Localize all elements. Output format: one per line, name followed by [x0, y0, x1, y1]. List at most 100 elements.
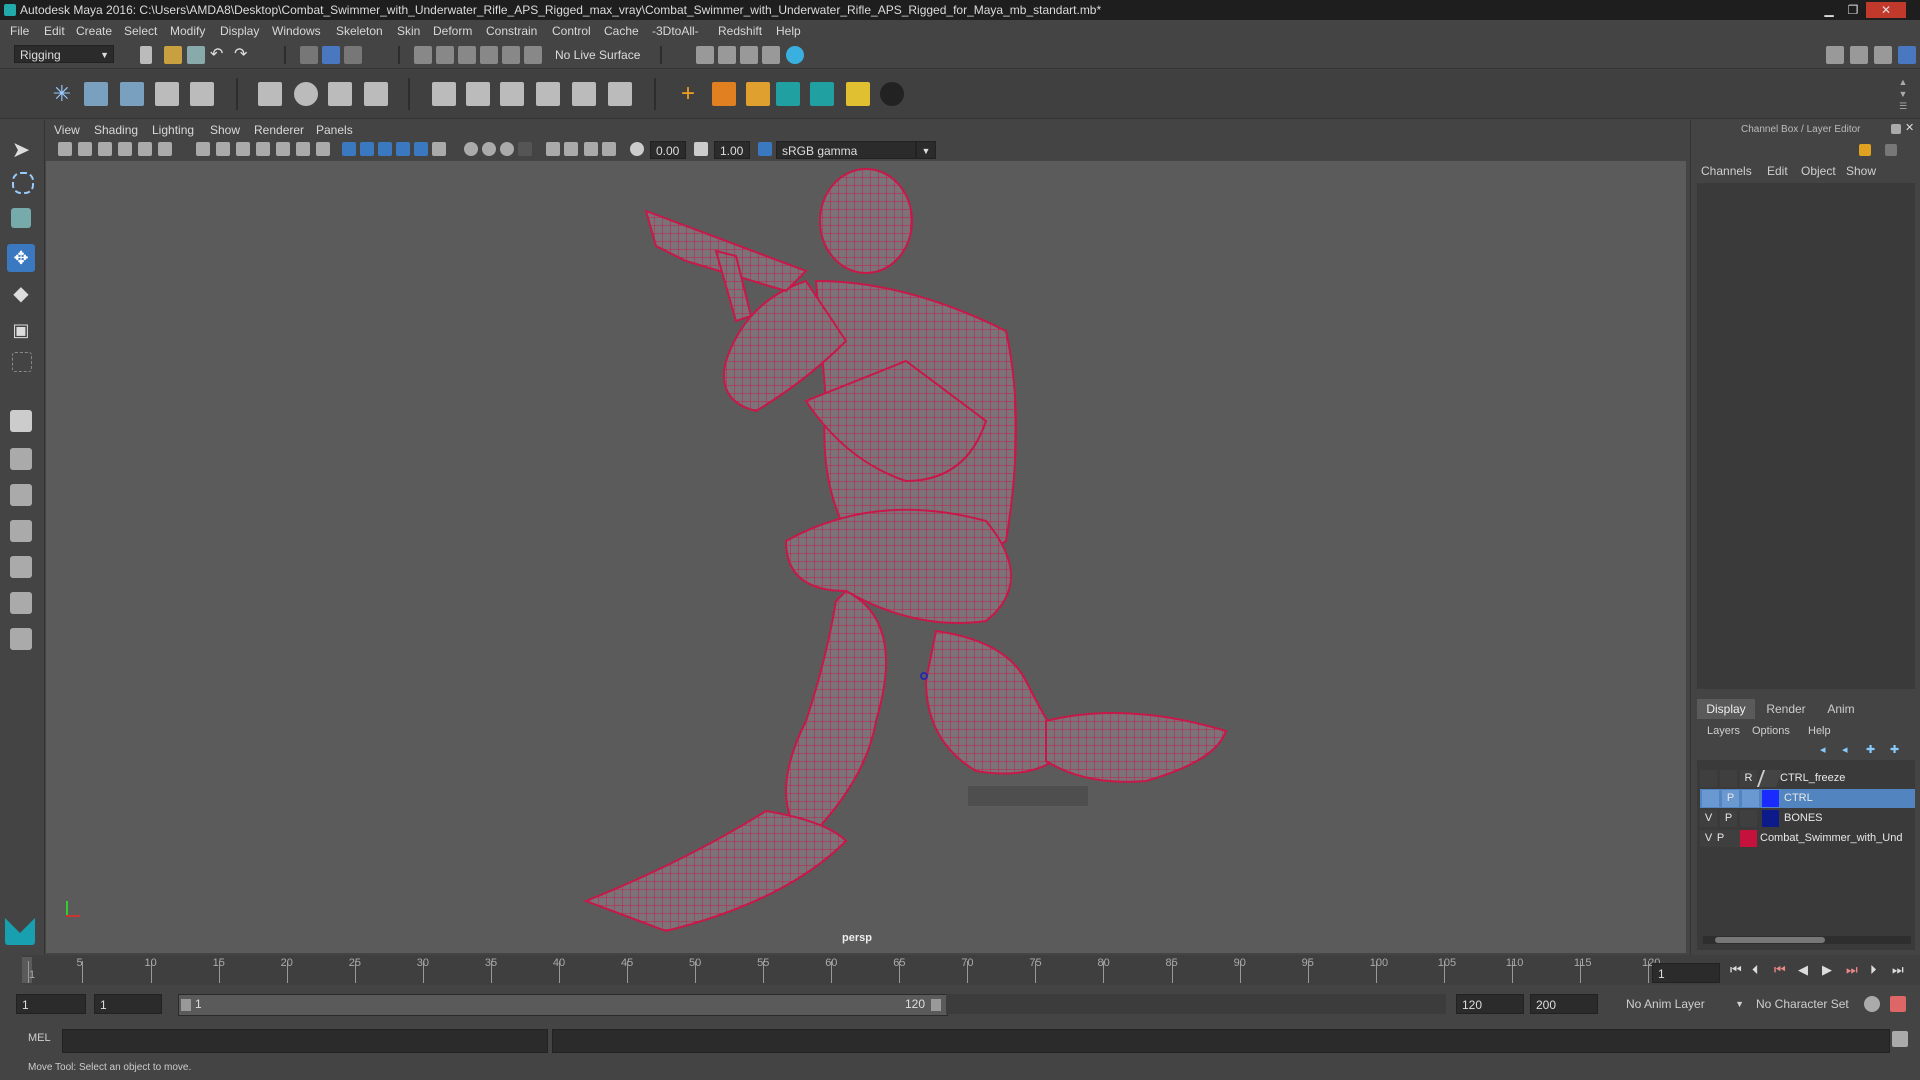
tool-settings-icon[interactable]	[1874, 46, 1892, 64]
menu-select[interactable]: Select	[124, 24, 157, 38]
menu-set-dropdown[interactable]: Rigging ▼	[14, 45, 114, 63]
field-chart-icon[interactable]	[276, 142, 290, 156]
layer-row[interactable]: P CTRL	[1700, 789, 1915, 808]
snap-surface-icon[interactable]	[502, 46, 520, 64]
layer-row[interactable]: V P Combat_Swimmer_with_Und	[1700, 829, 1915, 848]
channel-list[interactable]	[1697, 183, 1915, 689]
channel-box-icon[interactable]	[1898, 46, 1916, 64]
two-pane-layout-icon[interactable]	[10, 484, 32, 506]
layer-visibility[interactable]: V	[1700, 810, 1717, 827]
grease-pencil-icon[interactable]	[158, 142, 172, 156]
layer-row[interactable]: R CTRL_freeze	[1700, 769, 1915, 788]
gamma-field[interactable]: 1.00	[714, 141, 750, 159]
safe-action-icon[interactable]	[296, 142, 310, 156]
paint-select-icon[interactable]	[11, 208, 31, 228]
wireframe-icon[interactable]	[342, 142, 356, 156]
layer-row[interactable]: V P BONES	[1700, 809, 1915, 828]
menu-redshift[interactable]: Redshift	[718, 24, 762, 38]
render-settings-icon[interactable]	[762, 46, 780, 64]
character-set-dropdown[interactable]: No Character Set	[1752, 994, 1862, 1014]
go-to-end-icon[interactable]: ⏭	[1892, 962, 1904, 978]
graph-editor-layout-icon[interactable]	[10, 556, 32, 578]
film-gate-icon[interactable]	[216, 142, 230, 156]
viewport-menu-lighting[interactable]: Lighting	[152, 123, 194, 137]
outliner-layout-icon[interactable]	[10, 520, 32, 542]
safe-title-icon[interactable]	[316, 142, 330, 156]
layer-reference[interactable]: R	[1740, 770, 1757, 787]
step-forward-frame-icon[interactable]: ⏵	[1870, 962, 1877, 978]
new-layer-icon[interactable]: ✚	[1866, 744, 1880, 756]
channel-menu-channels[interactable]: Channels	[1701, 164, 1752, 178]
lights-icon[interactable]	[432, 142, 446, 156]
layer-playback[interactable]: P	[1722, 790, 1739, 807]
isolate-select-icon[interactable]	[546, 142, 560, 156]
time-slider[interactable]: 1 5 10 15 20 25 30 35 40 45 50 55 60 65 70 75 80 85 90 95 10…	[22, 955, 1920, 985]
playback-start-field[interactable]: 1	[94, 994, 162, 1014]
tab-anim[interactable]: Anim	[1815, 699, 1867, 719]
playback-end-field[interactable]: 120	[1456, 994, 1524, 1014]
point-constraint-icon[interactable]	[432, 82, 456, 106]
ik-fk-icon[interactable]	[712, 82, 736, 106]
locator-icon[interactable]: +	[676, 82, 700, 106]
backface-culling-icon[interactable]	[602, 142, 616, 156]
channel-menu-show[interactable]: Show	[1846, 164, 1876, 178]
shelf-scroll-icon[interactable]: ▲ ▼ ☰	[1896, 76, 1910, 112]
snap-point-icon[interactable]	[458, 46, 476, 64]
menu-edit[interactable]: Edit	[44, 24, 65, 38]
end-time-field[interactable]: 200	[1530, 994, 1598, 1014]
start-time-field[interactable]: 1	[16, 994, 86, 1014]
snap-live-icon[interactable]	[524, 46, 542, 64]
new-scene-icon[interactable]	[140, 46, 152, 64]
layer-menu-help[interactable]: Help	[1808, 725, 1831, 737]
shadows-icon[interactable]	[464, 142, 478, 156]
render-view-icon[interactable]	[696, 46, 714, 64]
orient-constraint-icon[interactable]	[500, 82, 524, 106]
character-controls-icon[interactable]	[810, 82, 834, 106]
textured-icon[interactable]	[396, 142, 410, 156]
quick-rig-icon[interactable]	[776, 82, 800, 106]
menu-constrain[interactable]: Constrain	[486, 24, 537, 38]
wireframe-on-shaded-icon[interactable]	[378, 142, 392, 156]
layer-reference[interactable]	[1724, 830, 1741, 847]
command-input[interactable]	[62, 1029, 548, 1053]
menu-file[interactable]: File	[10, 24, 29, 38]
mirror-joint-icon[interactable]	[190, 82, 214, 106]
bind-skin-icon[interactable]	[258, 82, 282, 106]
menu-control[interactable]: Control	[552, 24, 591, 38]
channel-box-key-icon[interactable]	[1885, 144, 1897, 156]
minimize-button[interactable]: ▁	[1818, 2, 1840, 18]
menu-modify[interactable]: Modify	[170, 24, 205, 38]
color-space-dropdown[interactable]: sRGB gamma	[776, 141, 916, 159]
select-tool-icon[interactable]: ➤	[7, 136, 35, 164]
joint-tool-icon[interactable]: ✳	[50, 82, 74, 106]
redo-icon[interactable]: ↷	[234, 46, 252, 64]
layer-visibility[interactable]	[1702, 790, 1719, 807]
layer-scrollbar[interactable]	[1703, 936, 1911, 944]
anti-aliasing-icon[interactable]	[518, 142, 532, 156]
layer-color-swatch[interactable]	[1740, 830, 1757, 847]
ipr-render-icon[interactable]	[740, 46, 758, 64]
command-language-label[interactable]: MEL	[28, 1032, 51, 1044]
script-editor-icon[interactable]	[1892, 1031, 1908, 1047]
tab-render[interactable]: Render	[1757, 699, 1815, 719]
color-space-arrow[interactable]: ▼	[916, 141, 936, 159]
image-plane-icon[interactable]	[118, 142, 132, 156]
viewport-menu-shading[interactable]: Shading	[94, 123, 138, 137]
lattice-icon[interactable]	[328, 82, 352, 106]
color-management-icon[interactable]	[758, 142, 772, 156]
play-backward-icon[interactable]: ◀	[1798, 962, 1808, 978]
camera-select-icon[interactable]	[58, 142, 72, 156]
tab-display[interactable]: Display	[1697, 699, 1755, 719]
anim-layer-dropdown[interactable]: No Anim Layer ▼	[1622, 994, 1746, 1014]
persp-graph-layout-icon[interactable]	[10, 592, 32, 614]
menu-deform[interactable]: Deform	[433, 24, 472, 38]
render-frame-icon[interactable]	[718, 46, 736, 64]
channel-menu-edit[interactable]: Edit	[1767, 164, 1788, 178]
menu-skeleton[interactable]: Skeleton	[336, 24, 383, 38]
paint-weights-icon[interactable]	[294, 82, 318, 106]
bookmark-icon[interactable]	[98, 142, 112, 156]
play-forward-icon[interactable]: ▶	[1822, 962, 1832, 978]
single-perspective-layout-icon[interactable]	[10, 410, 32, 432]
layer-color-swatch[interactable]	[1762, 790, 1779, 807]
step-back-frame-icon[interactable]: ⏴	[1752, 962, 1759, 978]
